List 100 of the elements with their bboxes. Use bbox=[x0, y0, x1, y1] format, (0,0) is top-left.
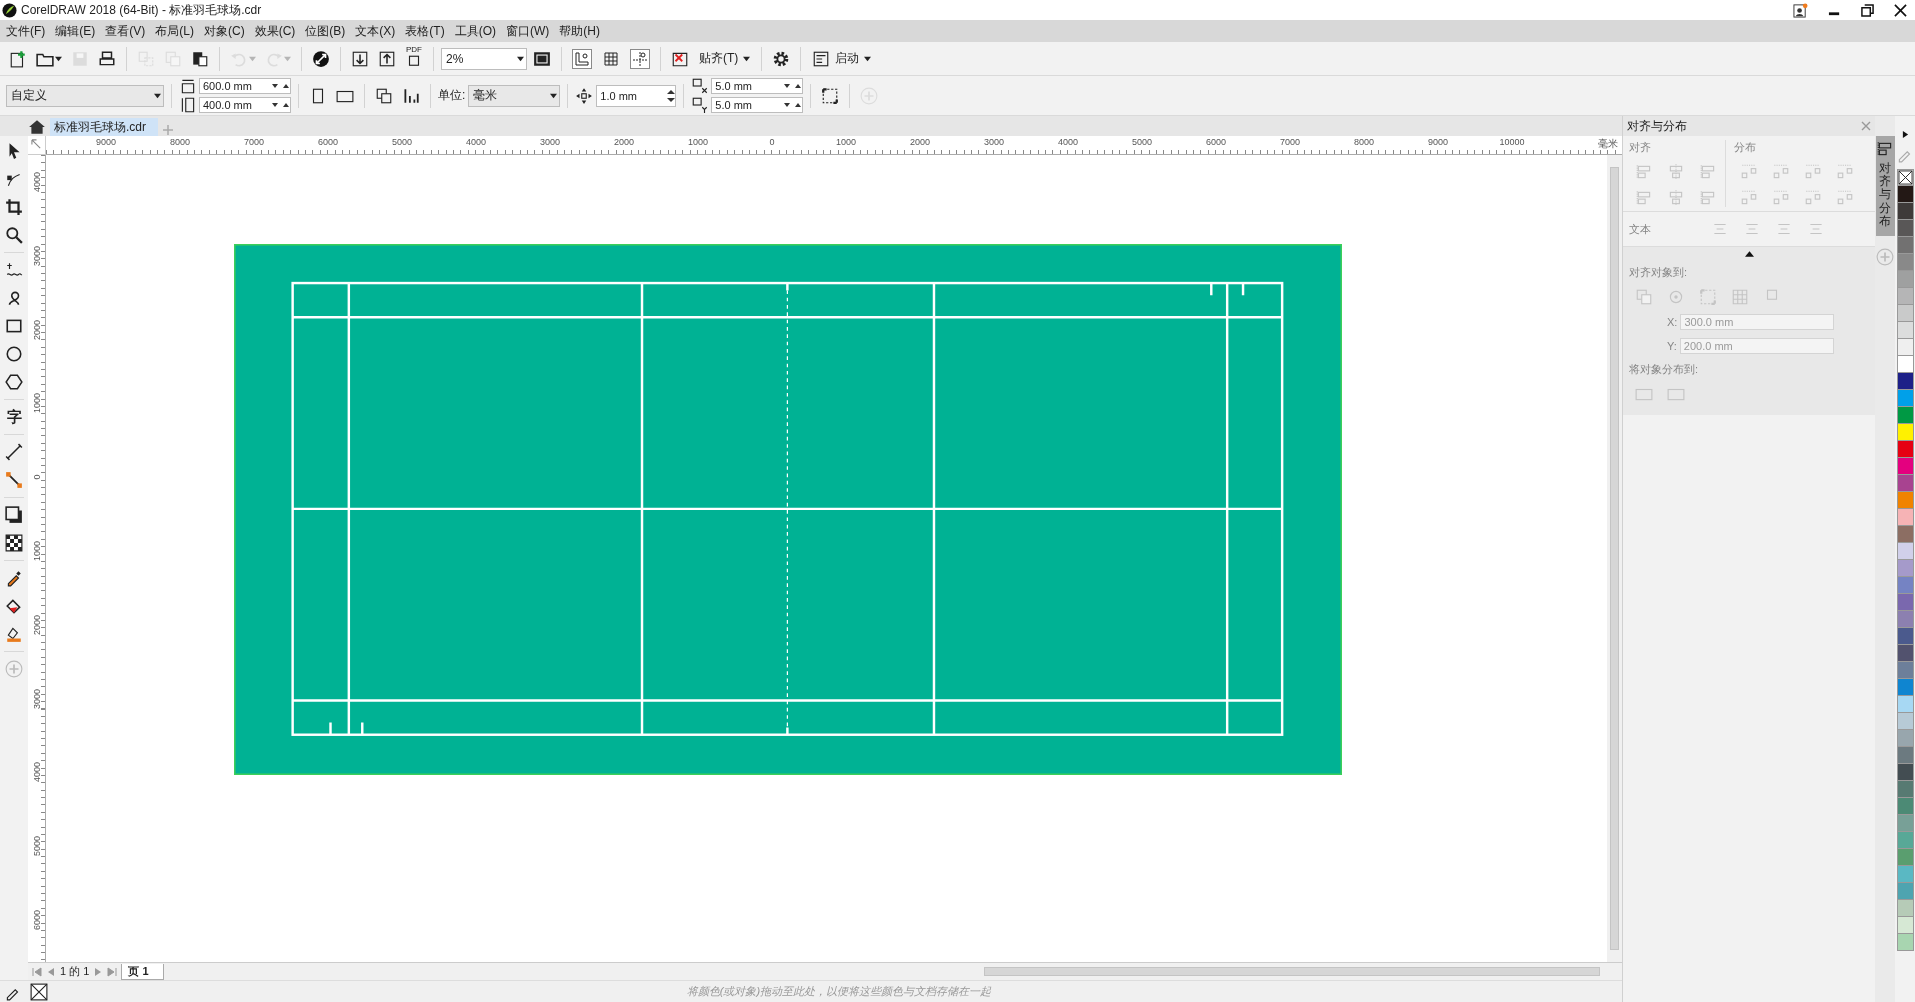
palette-menu-icon[interactable] bbox=[1901, 130, 1909, 139]
number-field[interactable]: 600.0 mm bbox=[199, 78, 291, 94]
number-field[interactable]: 5.0 mm bbox=[711, 78, 804, 94]
color-swatch[interactable] bbox=[1896, 900, 1914, 917]
color-swatch[interactable] bbox=[1896, 509, 1914, 526]
color-swatch[interactable] bbox=[1896, 662, 1914, 679]
caret-icon[interactable] bbox=[154, 92, 161, 99]
number-field[interactable]: 400.0 mm bbox=[199, 97, 291, 113]
spin-arrows-icon[interactable] bbox=[667, 87, 676, 104]
color-swatch[interactable] bbox=[1896, 560, 1914, 577]
color-swatch[interactable] bbox=[1896, 543, 1914, 560]
current-page-icon[interactable] bbox=[402, 86, 420, 105]
spin-arrows-icon[interactable] bbox=[784, 101, 803, 109]
color-swatch[interactable] bbox=[1896, 339, 1914, 356]
smart-fill-tool-icon[interactable] bbox=[5, 625, 23, 643]
color-swatch[interactable] bbox=[1896, 254, 1914, 271]
import-icon[interactable] bbox=[351, 49, 369, 68]
color-swatch[interactable] bbox=[1896, 611, 1914, 628]
crop-tool-icon[interactable] bbox=[5, 198, 23, 216]
menu-item[interactable]: 帮助(H) bbox=[557, 22, 608, 40]
color-swatch[interactable] bbox=[1896, 815, 1914, 832]
menu-item[interactable]: 窗口(W) bbox=[504, 22, 558, 40]
connector-tool-icon[interactable] bbox=[5, 471, 23, 489]
polygon-tool-icon[interactable] bbox=[5, 373, 23, 391]
menu-item[interactable]: 编辑(E) bbox=[53, 22, 104, 40]
color-swatch[interactable] bbox=[1896, 526, 1914, 543]
document-tab[interactable]: 标准羽毛球场.cdr bbox=[50, 118, 158, 136]
caret-icon[interactable] bbox=[743, 55, 751, 62]
color-swatch[interactable] bbox=[1896, 356, 1914, 373]
spin-arrows-icon[interactable] bbox=[272, 82, 290, 90]
color-swatch[interactable] bbox=[1896, 475, 1914, 492]
menu-item[interactable]: 对象(C) bbox=[202, 22, 253, 40]
color-swatch[interactable] bbox=[1896, 713, 1914, 730]
color-swatch[interactable] bbox=[1896, 407, 1914, 424]
color-swatch[interactable] bbox=[1896, 934, 1914, 951]
color-swatch[interactable] bbox=[1896, 424, 1914, 441]
launch-icon[interactable] bbox=[812, 49, 831, 68]
caret-icon[interactable] bbox=[517, 55, 524, 62]
no-color-swatch[interactable] bbox=[1897, 170, 1913, 185]
color-swatch[interactable] bbox=[1896, 628, 1914, 645]
color-swatch[interactable] bbox=[1896, 203, 1914, 220]
eyedropper-tool-icon[interactable] bbox=[5, 569, 23, 587]
color-swatch[interactable] bbox=[1896, 917, 1914, 934]
settings-icon[interactable] bbox=[772, 49, 791, 68]
horizontal-ruler[interactable]: 9000 8000 7000 6000 5000 4000 3000 2000 1000 0 1000 2000 3000 4000 5000 6000 7000 8000 9000 10000 毫米 bbox=[46, 136, 1622, 155]
color-swatch[interactable] bbox=[1896, 305, 1914, 322]
caret-icon[interactable] bbox=[864, 55, 872, 62]
restore-icon[interactable] bbox=[1861, 3, 1874, 17]
ruler-icon[interactable] bbox=[572, 48, 592, 69]
combo-box[interactable]: 毫米 bbox=[468, 84, 561, 107]
export-icon[interactable] bbox=[378, 49, 396, 68]
combo-box[interactable]: 自定义 bbox=[6, 84, 164, 107]
menu-item[interactable]: 位图(B) bbox=[303, 22, 354, 40]
menu-item[interactable]: 查看(V) bbox=[103, 22, 154, 40]
spin-arrows-icon[interactable] bbox=[784, 82, 803, 90]
fill-tool-icon[interactable] bbox=[5, 597, 23, 615]
color-swatch[interactable] bbox=[1896, 645, 1914, 662]
color-swatch[interactable] bbox=[1896, 220, 1914, 237]
dimension-tool-icon[interactable] bbox=[5, 443, 23, 461]
color-swatch[interactable] bbox=[1896, 832, 1914, 849]
color-swatch[interactable] bbox=[1896, 730, 1914, 747]
menu-item[interactable]: 工具(O) bbox=[452, 22, 504, 40]
freehand-tool-icon[interactable] bbox=[5, 261, 23, 279]
color-swatch[interactable] bbox=[1896, 764, 1914, 781]
spin-arrows-icon[interactable] bbox=[272, 101, 290, 109]
vertical-ruler[interactable]: 4000 3000 2000 1000 0 1000 2000 3000 4000 5000 6000 bbox=[28, 155, 46, 962]
rectangle-tool-icon[interactable] bbox=[5, 317, 23, 335]
color-swatch[interactable] bbox=[1896, 577, 1914, 594]
full-screen-icon[interactable] bbox=[533, 49, 551, 68]
number-field[interactable]: 1.0 mm bbox=[596, 84, 677, 107]
color-swatch[interactable] bbox=[1896, 271, 1914, 288]
new-document-icon[interactable] bbox=[9, 49, 27, 68]
shadow-tool-icon[interactable] bbox=[5, 506, 23, 524]
color-swatch[interactable] bbox=[1896, 458, 1914, 475]
color-swatch[interactable] bbox=[1896, 373, 1914, 390]
caret-icon[interactable] bbox=[550, 92, 558, 99]
caret-icon[interactable] bbox=[55, 55, 62, 62]
color-swatch[interactable] bbox=[1896, 696, 1914, 713]
home-icon[interactable] bbox=[28, 118, 46, 136]
color-swatch[interactable] bbox=[1896, 594, 1914, 611]
ellipse-tool-icon[interactable] bbox=[5, 345, 23, 363]
ruler-origin-icon[interactable] bbox=[31, 139, 42, 150]
color-swatch[interactable] bbox=[1896, 390, 1914, 407]
all-pages-icon[interactable] bbox=[375, 86, 393, 105]
text-tool[interactable]: 字 bbox=[3, 406, 25, 428]
color-swatch[interactable] bbox=[1896, 866, 1914, 883]
color-swatch[interactable] bbox=[1896, 441, 1914, 458]
transparency-tool-icon[interactable] bbox=[5, 534, 23, 552]
color-swatch[interactable] bbox=[1896, 322, 1914, 339]
menu-item[interactable]: 效果(C) bbox=[252, 22, 304, 40]
last-page-icon[interactable] bbox=[107, 966, 118, 977]
menu-item[interactable]: 布局(L) bbox=[153, 22, 202, 40]
color-swatch[interactable] bbox=[1896, 679, 1914, 696]
number-field[interactable]: 5.0 mm bbox=[711, 97, 804, 113]
align-icon[interactable] bbox=[1876, 140, 1894, 158]
guideline-icon[interactable] bbox=[630, 48, 650, 69]
menu-item[interactable]: 文本(X) bbox=[353, 22, 404, 40]
connect-icon[interactable] bbox=[312, 49, 330, 68]
previous-page-icon[interactable] bbox=[46, 966, 56, 977]
color-swatch[interactable] bbox=[1896, 883, 1914, 900]
